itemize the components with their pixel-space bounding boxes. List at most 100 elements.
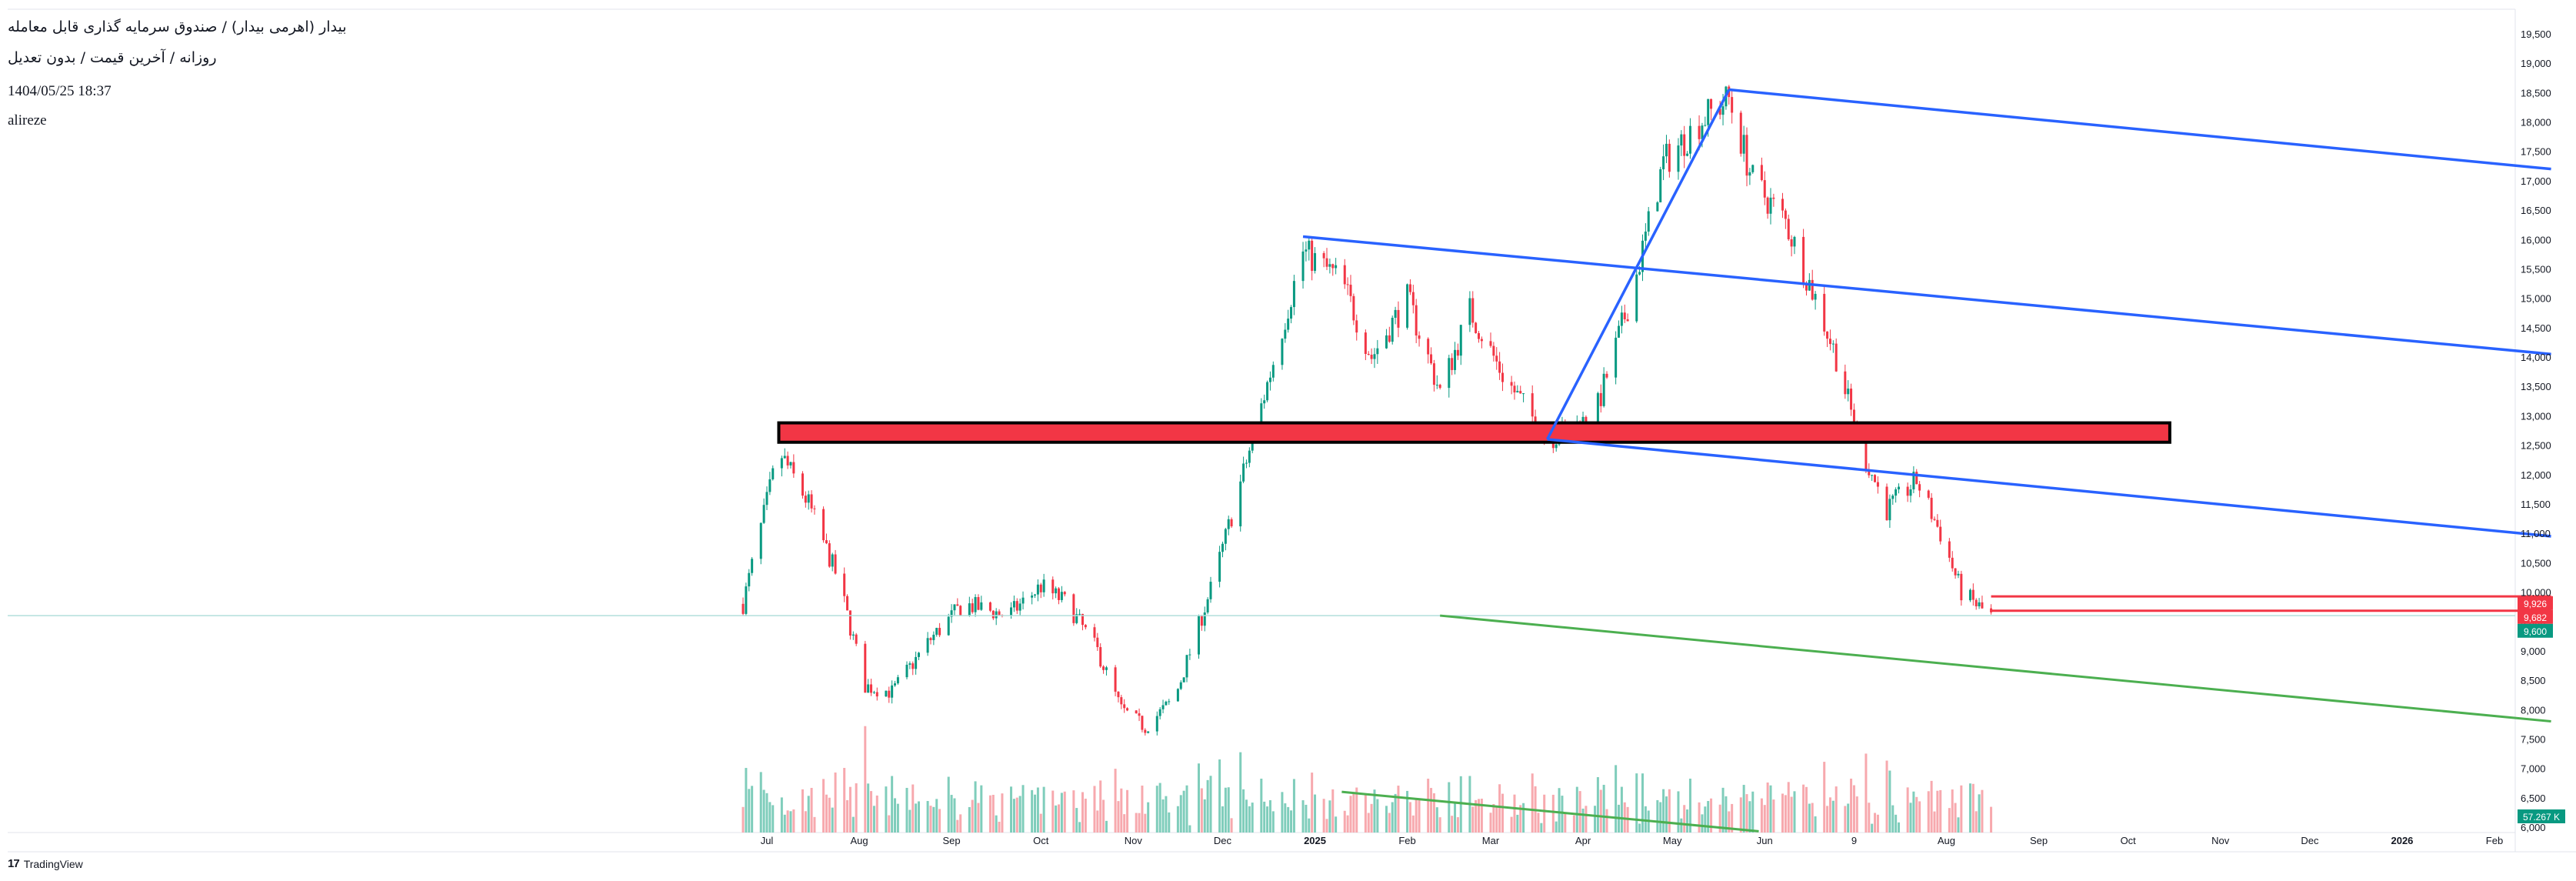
volume-bar xyxy=(1287,806,1290,833)
price-chart[interactable]: 6,0006,5007,0007,5008,0008,5009,0009,500… xyxy=(0,0,2576,881)
volume-bar xyxy=(1698,802,1701,833)
candle-body xyxy=(1206,599,1209,613)
price-label-text: 9,682 xyxy=(2524,612,2547,623)
candle-body xyxy=(1602,373,1605,406)
candle-body xyxy=(885,690,888,697)
volume-bar xyxy=(1891,805,1895,833)
volume-bar xyxy=(851,816,855,833)
volume-bar xyxy=(1683,805,1686,833)
x-tick-label: Nov xyxy=(1125,835,1143,846)
x-tick-label: Oct xyxy=(2121,835,2137,846)
volume-bar xyxy=(1668,789,1671,833)
volume-bar xyxy=(1572,815,1575,833)
volume-bar xyxy=(1328,800,1331,833)
volume-bar xyxy=(1266,806,1269,833)
channel-trendline xyxy=(1728,88,2551,171)
volume-bar xyxy=(1126,789,1129,833)
candle-body xyxy=(1844,371,1847,395)
candle-body xyxy=(870,684,873,693)
volume-bar xyxy=(1051,790,1055,833)
volume-bar xyxy=(1701,814,1704,833)
candle-body xyxy=(1239,481,1242,527)
volume-bar xyxy=(1638,823,1641,833)
volume-bar xyxy=(1176,806,1179,833)
volume-bar xyxy=(1078,822,1081,833)
candle-body xyxy=(896,677,899,684)
candle-body xyxy=(980,602,983,610)
candle-body xyxy=(1114,667,1117,692)
y-tick-label: 15,500 xyxy=(2521,263,2551,275)
volume-label-text: 57.267 K xyxy=(2523,812,2560,823)
volume-bar xyxy=(1322,799,1325,833)
candle-body xyxy=(1599,392,1602,406)
candle-body xyxy=(846,596,849,611)
candle-body xyxy=(1516,391,1519,393)
y-tick-label: 17,500 xyxy=(2521,146,2551,158)
volume-bar xyxy=(1495,807,1498,833)
chart-stage: 6,0006,5007,0007,5008,0008,5009,0009,500… xyxy=(0,0,2576,881)
volume-bar xyxy=(1480,799,1483,833)
volume-bar xyxy=(1918,801,1921,833)
candle-body xyxy=(1418,335,1421,339)
candle-body xyxy=(1978,602,1981,606)
candle-body xyxy=(1311,240,1314,272)
volume-bar xyxy=(1760,798,1763,833)
brand-footer: 17 TradingView xyxy=(8,857,83,870)
volume-bar xyxy=(1198,763,1200,833)
volume-bar xyxy=(1165,796,1168,833)
volume-bar xyxy=(1971,783,1974,833)
candle-body xyxy=(848,610,851,636)
candle-body xyxy=(1343,265,1346,285)
volume-bar xyxy=(1564,813,1567,833)
volume-bar xyxy=(751,786,754,833)
candle-body xyxy=(968,603,971,616)
y-tick-label: 14,500 xyxy=(2521,322,2551,334)
candle-body xyxy=(1644,232,1647,241)
candle-body xyxy=(1522,393,1525,395)
volume-bar xyxy=(1551,794,1555,833)
volume-bar xyxy=(1224,787,1227,833)
candle-body xyxy=(1876,482,1879,487)
volume-bar xyxy=(980,785,983,833)
volume-bar xyxy=(825,794,828,833)
candle-body xyxy=(1626,319,1629,322)
candle-body xyxy=(1179,682,1182,689)
candle-body xyxy=(1635,274,1638,322)
candle-body xyxy=(1248,450,1251,463)
x-tick-label: 2026 xyxy=(2391,835,2413,846)
volume-bar xyxy=(1158,783,1161,833)
volume-bar xyxy=(1602,784,1605,833)
candle-body xyxy=(1168,701,1171,702)
candle-body xyxy=(1721,106,1725,115)
volume-bar xyxy=(807,796,810,833)
candle-body xyxy=(938,628,941,636)
volume-bar xyxy=(1123,814,1126,833)
candle-body xyxy=(751,559,754,573)
y-tick-label: 7,000 xyxy=(2521,763,2546,775)
volume-bar xyxy=(1055,805,1058,833)
volume-bar xyxy=(1805,786,1808,833)
candle-body xyxy=(843,573,846,596)
candle-body xyxy=(1939,526,1942,542)
candle-body xyxy=(1519,391,1522,394)
y-tick-label: 10,500 xyxy=(2521,557,2551,569)
candle-body xyxy=(1328,264,1331,267)
volume-bar xyxy=(1161,799,1165,833)
volume-bar xyxy=(1200,788,1203,833)
candle-body xyxy=(1292,281,1295,308)
y-tick-label: 6,500 xyxy=(2521,793,2546,804)
volume-bar xyxy=(1912,791,1915,833)
candle-body xyxy=(1031,595,1034,598)
volume-bar xyxy=(1930,780,1933,833)
candle-body xyxy=(1408,284,1411,292)
volume-bar xyxy=(1117,801,1120,833)
candle-body xyxy=(1335,265,1338,269)
volume-bar xyxy=(1227,787,1230,833)
candle-body xyxy=(1874,475,1877,482)
volume-bar xyxy=(1218,759,1221,833)
volume-bar xyxy=(1772,799,1775,833)
candle-body xyxy=(998,611,1001,616)
candle-body xyxy=(1370,355,1373,359)
y-tick-label: 18,000 xyxy=(2521,117,2551,128)
volume-bar xyxy=(1784,795,1787,833)
